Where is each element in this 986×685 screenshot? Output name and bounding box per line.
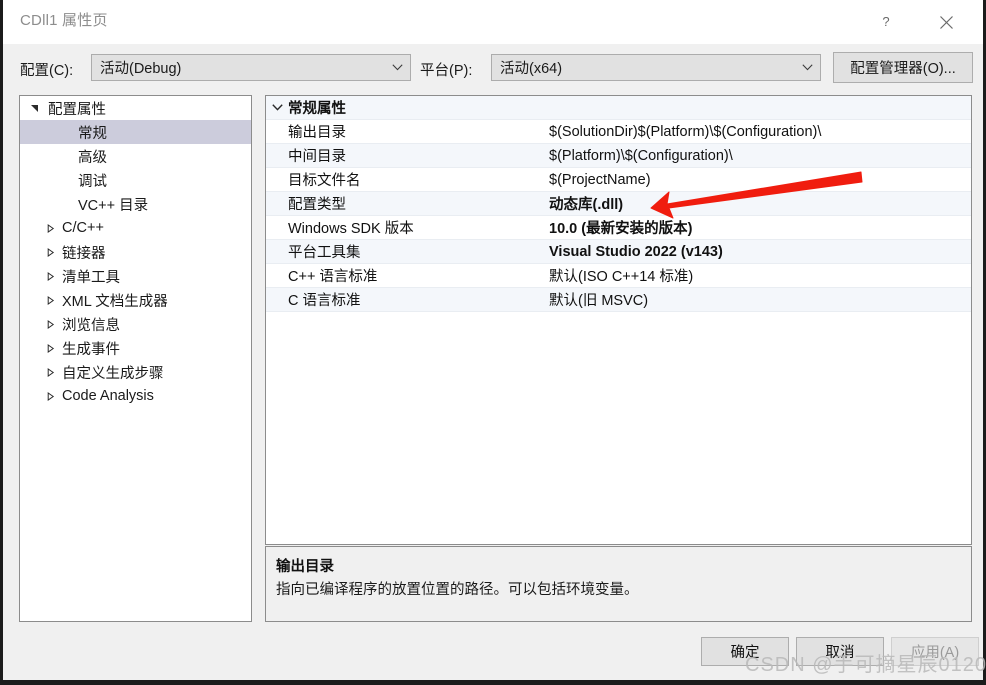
triangle-right-icon[interactable] [42,223,58,233]
grid-row-label: Windows SDK 版本 [288,221,414,237]
tree-item-label: 浏览信息 [62,317,120,334]
grid-row-label: 目标文件名 [288,173,361,189]
grid-row-label: 配置类型 [288,197,346,213]
grid-row-label: 中间目录 [288,149,346,165]
triangle-right-icon[interactable] [42,295,58,305]
tree-item-11[interactable]: 自定义生成步骤 [20,360,251,384]
question-mark-icon: ? [879,15,893,29]
platform-value: 活动(x64) [500,61,563,77]
grid-row[interactable]: Windows SDK 版本 10.0 (最新安装的版本) [266,216,971,240]
grid-category-label: 常规属性 [288,101,346,117]
window-title: CDll1 属性页 [20,12,108,29]
tree-item-label: VC++ 目录 [78,197,149,214]
grid-row[interactable]: 配置类型 动态库(.dll) [266,192,971,216]
grid-row[interactable]: C 语言标准 默认(旧 MSVC) [266,288,971,312]
triangle-down-icon[interactable] [26,104,42,113]
tree-item-1[interactable]: 常规 [20,120,251,144]
grid-row-label: 输出目录 [288,125,346,141]
tree-item-5[interactable]: C/C++ [20,216,251,240]
tree-item-8[interactable]: XML 文档生成器 [20,288,251,312]
platform-dropdown[interactable]: 活动(x64) [491,54,821,81]
tree-item-label: XML 文档生成器 [62,293,168,310]
grid-row[interactable]: C++ 语言标准 默认(ISO C++14 标准) [266,264,971,288]
grid-row[interactable]: 目标文件名 $(ProjectName) [266,168,971,192]
close-button[interactable] [923,0,969,44]
triangle-right-icon[interactable] [42,271,58,281]
property-grid[interactable]: 常规属性输出目录 $(SolutionDir)$(Platform)\$(Conf… [265,95,972,545]
tree-item-4[interactable]: VC++ 目录 [20,192,251,216]
tree-item-label: 自定义生成步骤 [62,365,164,382]
triangle-right-icon[interactable] [42,247,58,257]
grid-row[interactable]: 输出目录 $(SolutionDir)$(Platform)\$(Configur… [266,120,971,144]
tree-item-label: 调试 [78,173,107,190]
grid-row-label: 平台工具集 [288,245,361,261]
description-title: 输出目录 [276,559,334,575]
tree-item-label: 清单工具 [62,269,120,286]
tree-item-2[interactable]: 高级 [20,144,251,168]
property-pages-dialog: CDll1 属性页 ? 配置(C): 活动(Debug) 平台(P): 活动(x… [0,0,986,685]
tree-item-10[interactable]: 生成事件 [20,336,251,360]
configuration-dropdown[interactable]: 活动(Debug) [91,54,411,81]
watermark: CSDN @手可摘星辰0120 [745,654,986,676]
tree-item-9[interactable]: 浏览信息 [20,312,251,336]
grid-row-value[interactable]: 动态库(.dll) [549,193,971,214]
triangle-right-icon[interactable] [42,319,58,329]
configuration-label: 配置(C): [20,63,74,79]
tree-item-label: 配置属性 [48,101,106,118]
title-bar: CDll1 属性页 ? [3,0,983,44]
grid-row-value[interactable]: Visual Studio 2022 (v143) [549,244,971,260]
platform-label: 平台(P): [420,63,473,79]
grid-row-value[interactable]: 10.0 (最新安装的版本) [549,217,971,238]
chevron-down-icon [794,64,820,71]
tree-item-label: 链接器 [62,245,106,262]
description-panel: 输出目录 指向已编译程序的放置位置的路径。可以包括环境变量。 [265,546,972,622]
tree-item-7[interactable]: 清单工具 [20,264,251,288]
grid-row-value[interactable]: 默认(旧 MSVC) [549,289,971,310]
chevron-down-icon[interactable] [266,104,288,111]
svg-text:?: ? [882,15,889,29]
property-tree[interactable]: 配置属性常规高级调试 VC++ 目录 C/C++ 链接器清单工具 XML 文档生成器 浏览… [19,95,252,622]
close-icon [939,15,954,30]
grid-row[interactable]: 平台工具集 Visual Studio 2022 (v143) [266,240,971,264]
tree-item-label: Code Analysis [62,388,154,404]
grid-row[interactable]: 中间目录 $(Platform)\$(Configuration)\ [266,144,971,168]
configuration-value: 活动(Debug) [100,61,182,77]
grid-category-header[interactable]: 常规属性 [266,96,971,120]
grid-row-label: C 语言标准 [288,293,361,309]
tree-item-label: 常规 [78,125,107,142]
tree-item-3[interactable]: 调试 [20,168,251,192]
tree-item-label: C/C++ [62,220,104,236]
help-button[interactable]: ? [863,0,909,44]
grid-row-label: C++ 语言标准 [288,269,378,285]
tree-item-label: 高级 [78,149,107,166]
tree-item-label: 生成事件 [62,341,120,358]
triangle-right-icon[interactable] [42,367,58,377]
grid-row-value[interactable]: $(Platform)\$(Configuration)\ [549,148,971,164]
grid-row-value[interactable]: 默认(ISO C++14 标准) [549,265,971,286]
chevron-down-icon [384,64,410,71]
triangle-right-icon[interactable] [42,343,58,353]
description-text: 指向已编译程序的放置位置的路径。可以包括环境变量。 [276,582,639,598]
tree-item-12[interactable]: Code Analysis [20,384,251,408]
configuration-manager-button[interactable]: 配置管理器(O)... [833,52,973,83]
triangle-right-icon[interactable] [42,391,58,401]
grid-row-value[interactable]: $(ProjectName) [549,172,971,188]
tree-item-0[interactable]: 配置属性 [20,96,251,120]
tree-item-6[interactable]: 链接器 [20,240,251,264]
grid-row-value[interactable]: $(SolutionDir)$(Platform)\$(Configuratio… [549,124,971,140]
